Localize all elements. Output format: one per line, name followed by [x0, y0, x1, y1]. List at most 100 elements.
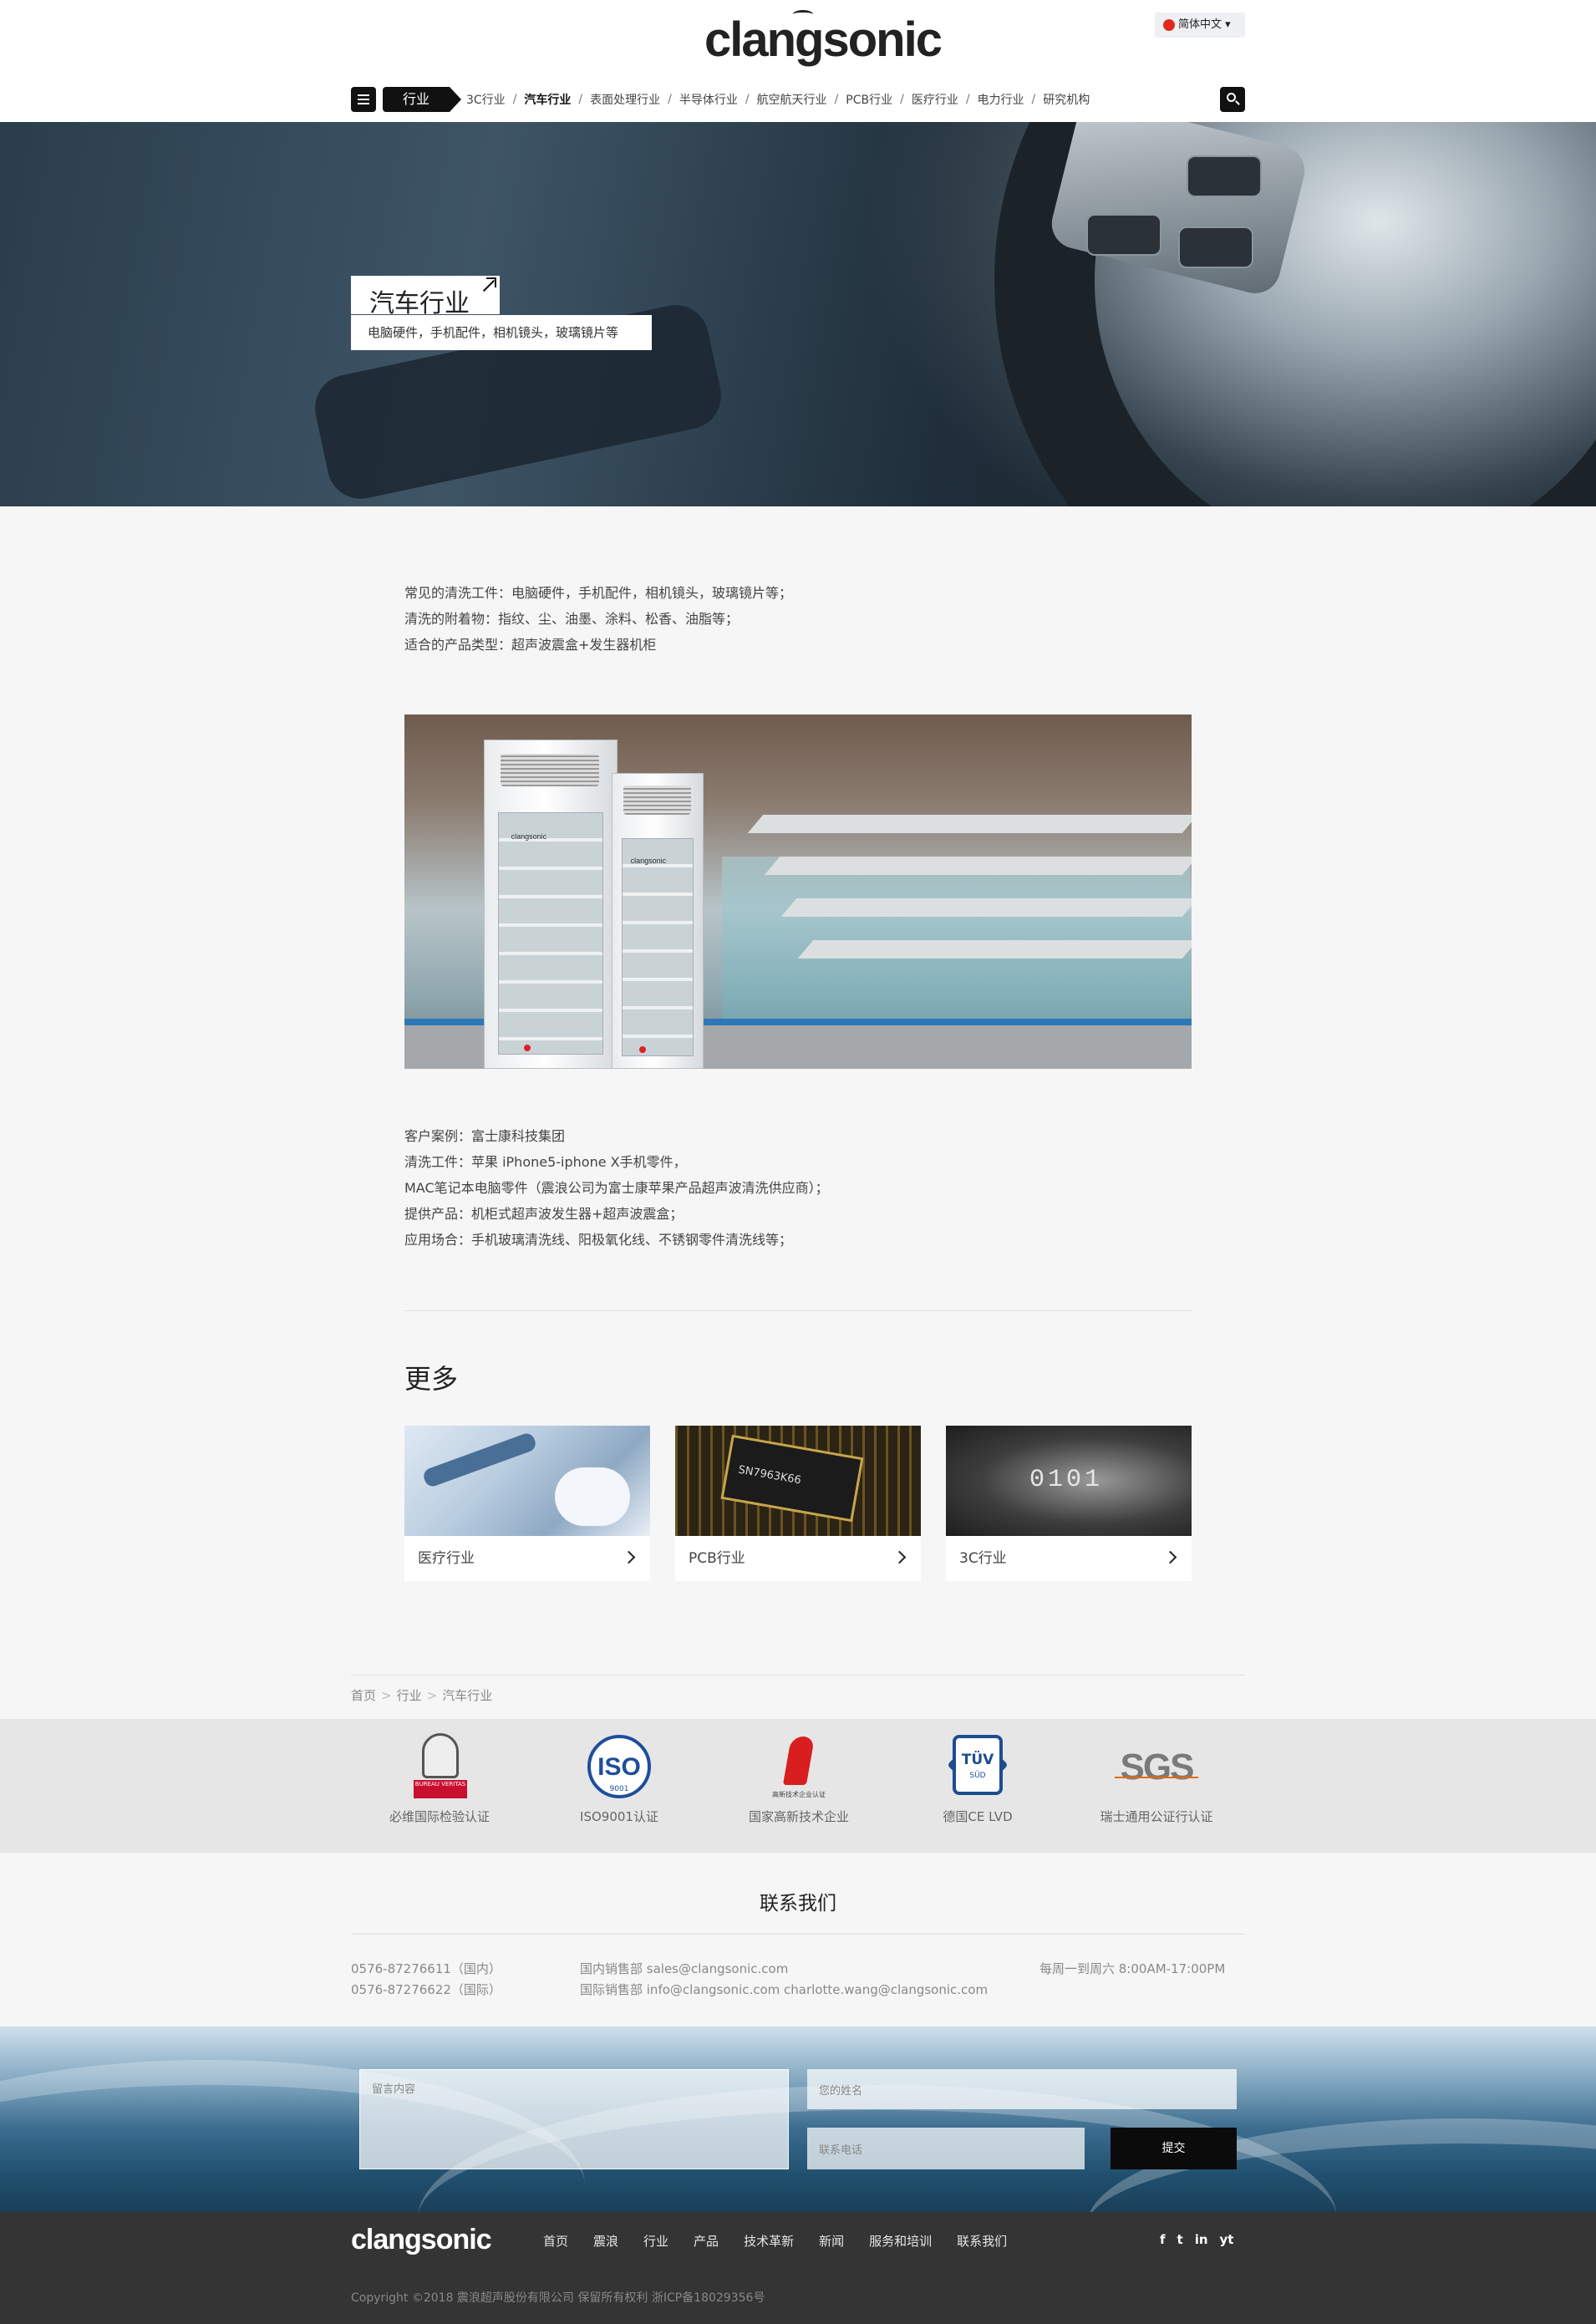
nav-item[interactable]: 汽车行业 [524, 91, 571, 108]
certifications-bar: BUREAU VERITAS 必维国际检验认证 ISO 9001 ISO9001… [0, 1719, 1596, 1853]
footer-nav-item[interactable]: 产品 [694, 2232, 719, 2250]
medical-image [404, 1426, 650, 1536]
intro-text: 常见的清洗工件：电脑硬件，手机配件，相机镜头，玻璃镜片等； 清洗的附着物：指纹、… [404, 580, 1192, 658]
intro-line: 适合的产品类型：超声波震盒+发生器机柜 [404, 637, 657, 653]
footer-nav-item[interactable]: 新闻 [819, 2232, 844, 2250]
breadcrumb-divider [351, 1675, 1245, 1676]
nav-separator: / [900, 93, 904, 106]
social-links: f t in yt [1160, 2232, 1245, 2247]
facebook-icon[interactable]: f [1160, 2232, 1166, 2247]
more-card-3c[interactable]: 0101 3C行业 [946, 1426, 1192, 1581]
hero-banner [0, 122, 1596, 506]
card-label: 3C行业 [959, 1550, 1007, 1567]
card-label: PCB行业 [689, 1550, 745, 1567]
phone-domestic[interactable]: 0576-87276611（国内） [351, 1959, 501, 1980]
footer: clangsonic 首页 震浪 行业 产品 技术革新 新闻 服务和培训 联系我们 f t i… [0, 2212, 1596, 2324]
phone-international[interactable]: 0576-87276622（国际） [351, 1980, 501, 2001]
cert-iso9001: ISO 9001 ISO9001认证 [544, 1733, 694, 1825]
nav-item[interactable]: 表面处理行业 [590, 91, 660, 108]
search-button[interactable] [1220, 87, 1245, 112]
cert-caption: 国家高新技术企业 [748, 1809, 849, 1824]
intro-line: 清洗的附着物：指纹、尘、油墨、涂料、松香、油脂等； [404, 611, 740, 627]
linkedin-icon[interactable]: in [1195, 2232, 1208, 2247]
case-line: 应用场合：手机玻璃清洗线、阳极氧化线、不锈钢零件清洗线等； [404, 1232, 793, 1248]
contact-emails: 国内销售部 sales@clangsonic.com 国际销售部 info@cl… [580, 1959, 988, 2001]
footer-nav-item[interactable]: 联系我们 [957, 2232, 1007, 2250]
nav-current-section[interactable]: 行业 [383, 87, 461, 112]
china-flag-icon [1163, 19, 1175, 31]
youtube-icon[interactable]: yt [1220, 2232, 1234, 2247]
search-icon [1227, 93, 1236, 102]
nav-item[interactable]: 航空航天行业 [757, 91, 827, 108]
contact-phones: 0576-87276611（国内） 0576-87276622（国际） [351, 1959, 501, 2001]
tuv-logo: TÜV SÜD [943, 1733, 1013, 1804]
twitter-icon[interactable]: t [1177, 2232, 1183, 2247]
more-card-medical[interactable]: 医疗行业 [404, 1426, 650, 1581]
menu-button[interactable] [351, 87, 376, 112]
footer-nav: 首页 震浪 行业 产品 技术革新 新闻 服务和培训 联系我们 [543, 2232, 1032, 2250]
language-selector[interactable]: 简体中文 ▾ [1155, 13, 1245, 38]
email-domestic[interactable]: 国内销售部 sales@clangsonic.com [580, 1959, 988, 1980]
footer-nav-item[interactable]: 技术革新 [744, 2232, 794, 2250]
message-textarea[interactable]: 留言内容 [359, 2069, 789, 2169]
email-international[interactable]: 国际销售部 info@clangsonic.com charlotte.wang… [580, 1980, 988, 2001]
nav-item[interactable]: PCB行业 [846, 91, 892, 108]
cert-caption: ISO9001认证 [580, 1809, 658, 1824]
contact-title: 联系我们 [760, 1893, 836, 1915]
breadcrumb: 首页 > 行业 > 汽车行业 [351, 1688, 493, 1703]
case-line: 提供产品：机柜式超声波发生器+超声波震盒； [404, 1206, 684, 1222]
cert-caption: 德国CE LVD [943, 1809, 1013, 1824]
iso-logo: ISO 9001 [584, 1733, 654, 1804]
more-title: 更多 [404, 1363, 459, 1395]
nav-items: 3C行业 / 汽车行业 / 表面处理行业 / 半导体行业 / 航空航天行业 / PCB行业 / 医疗行业… [466, 87, 1090, 112]
chevron-right-icon [892, 1550, 907, 1564]
nav-item[interactable]: 医疗行业 [912, 91, 958, 108]
nav-separator: / [578, 93, 583, 106]
cert-sgs: SGS 瑞士通用公证行认证 [1081, 1733, 1232, 1825]
nav-item[interactable]: 研究机构 [1043, 91, 1090, 108]
footer-nav-item[interactable]: 行业 [643, 2232, 668, 2250]
card-label: 医疗行业 [418, 1550, 475, 1567]
case-line: 客户案例：富士康科技集团 [404, 1128, 566, 1144]
breadcrumb-current: 汽车行业 [442, 1688, 493, 1703]
phone-input[interactable]: 联系电话 [807, 2128, 1085, 2169]
case-text: 客户案例：富士康科技集团 清洗工件：苹果 iPhone5-iphone X手机零… [404, 1123, 1192, 1253]
submit-button[interactable]: 提交 [1111, 2128, 1237, 2169]
site-logo[interactable]: clangsonic [704, 10, 943, 68]
footer-nav-item[interactable]: 服务和培训 [869, 2232, 932, 2250]
nav-separator: / [668, 93, 672, 106]
footer-nav-item[interactable]: 震浪 [593, 2232, 618, 2250]
language-label: 简体中文 [1178, 18, 1222, 31]
hero-subtitle: 电脑硬件，手机配件，相机镜头，玻璃镜片等 [351, 315, 652, 350]
cert-tuv: TÜV SÜD 德国CE LVD [902, 1733, 1053, 1825]
name-input[interactable]: 您的姓名 [807, 2069, 1237, 2109]
header: clangsonic 简体中文 ▾ 行业 3C行业 / 汽车行业 / 表面处理行业 / 半导… [0, 0, 1596, 122]
nav-separator: / [834, 93, 839, 106]
cert-high-tech: 高新技术企业认证 国家高新技术企业 [724, 1733, 874, 1825]
case-line: 清洗工件：苹果 iPhone5-iphone X手机零件， [404, 1154, 687, 1170]
logo-wave-mark [793, 10, 813, 18]
bureau-veritas-logo: BUREAU VERITAS [410, 1733, 469, 1804]
nav-separator: / [965, 93, 970, 106]
business-hours: 每周一到周六 8:00AM-17:00PM [1039, 1961, 1226, 1976]
nav-separator: / [1031, 93, 1036, 106]
nav-item[interactable]: 3C行业 [466, 91, 506, 108]
hero-card[interactable]: 汽车行业 电脑硬件，手机配件，相机镜头，玻璃镜片等 [351, 276, 652, 350]
nav-item[interactable]: 电力行业 [978, 91, 1024, 108]
footer-nav-item[interactable]: 首页 [543, 2232, 568, 2250]
external-arrow-icon [480, 277, 496, 294]
more-card-pcb[interactable]: SN7963K66 PCB行业 [675, 1426, 921, 1581]
copyright: Copyright ©2018 震浪超声股份有限公司 保留所有权利 浙ICP备1… [351, 2291, 765, 2305]
footer-logo[interactable]: clangsonic [351, 2224, 492, 2256]
cert-bureau-veritas: BUREAU VERITAS 必维国际检验认证 [364, 1733, 515, 1825]
sgs-logo: SGS [1115, 1733, 1198, 1804]
nav-separator: / [512, 93, 517, 106]
breadcrumb-home[interactable]: 首页 [351, 1688, 376, 1703]
contact-divider [351, 1934, 1245, 1935]
high-tech-logo: 高新技术企业认证 [765, 1733, 832, 1804]
breadcrumb-industry[interactable]: 行业 [397, 1688, 422, 1703]
section-divider [404, 1310, 1192, 1311]
nav-item[interactable]: 半导体行业 [679, 91, 738, 108]
pcb-image: SN7963K66 [675, 1426, 921, 1536]
wave-background [0, 2027, 1596, 2212]
